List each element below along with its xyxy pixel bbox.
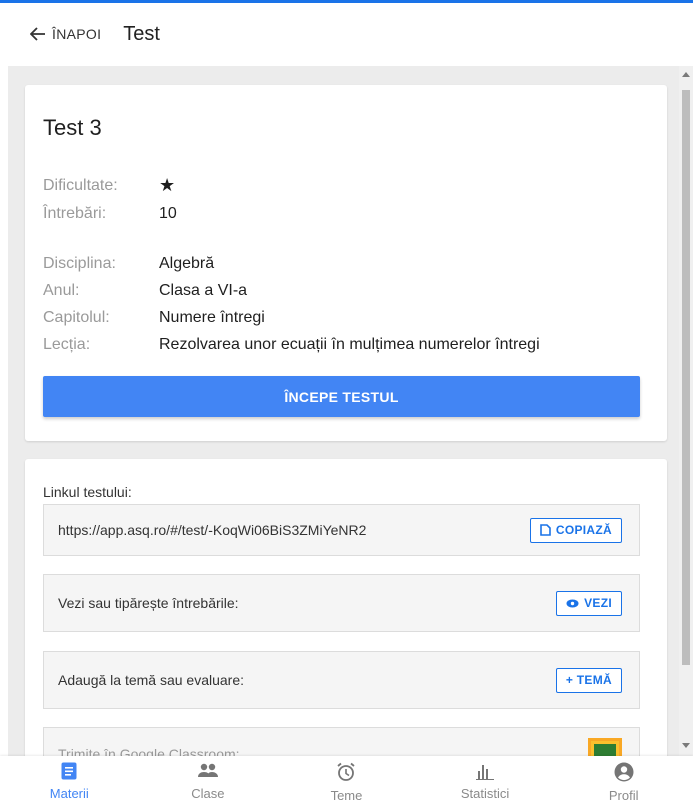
eye-icon xyxy=(566,599,579,607)
google-classroom-icon[interactable] xyxy=(588,738,622,756)
test-info-card: Test 3 Dificultate: ★ Întrebări: 10 Disc… xyxy=(25,85,667,441)
add-to-assignment-text: Adaugă la temă sau evaluare: xyxy=(58,672,245,688)
view-label: VEZI xyxy=(584,596,612,610)
nav-item-clase[interactable]: Clase xyxy=(139,756,278,811)
detail-label: Întrebări: xyxy=(43,205,107,222)
view-questions-box: Vezi sau tipărește întrebările: VEZI xyxy=(43,574,640,632)
nav-label: Statistici xyxy=(460,786,510,801)
detail-value: Numere întregi xyxy=(159,309,265,326)
start-test-button[interactable]: ÎNCEPE TESTUL xyxy=(43,376,640,417)
detail-row-difficulty: Dificultate: ★ xyxy=(43,175,176,195)
view-questions-text: Vezi sau tipărește întrebările: xyxy=(58,595,239,611)
bar-chart-icon xyxy=(476,765,495,780)
nav-label: Clase xyxy=(191,786,225,801)
add-assignment-button[interactable]: + TEMĂ xyxy=(555,667,622,693)
detail-value: Clasa a VI-a xyxy=(159,282,248,299)
google-classroom-text: Trimite în Google Classroom: xyxy=(58,746,240,756)
bottom-navigation: Materii Clase Teme Statistici Profil xyxy=(0,756,693,811)
arrow-left-icon xyxy=(30,27,45,41)
link-label: Linkul testului: xyxy=(43,484,132,500)
scrollbar-thumb[interactable] xyxy=(682,90,690,665)
detail-value: Rezolvarea unor ecuații în mulțimea nume… xyxy=(159,336,540,353)
alarm-icon xyxy=(337,762,356,781)
scroll-down-icon[interactable] xyxy=(682,743,690,748)
detail-value: 10 xyxy=(159,205,177,222)
account-icon xyxy=(614,762,634,782)
add-to-assignment-box: Adaugă la temă sau evaluare: + TEMĂ xyxy=(43,651,640,709)
add-assignment-label: + TEMĂ xyxy=(565,673,612,687)
google-classroom-box: Trimite în Google Classroom: xyxy=(43,727,640,756)
nav-label: Profil xyxy=(608,788,639,803)
scroll-up-icon[interactable] xyxy=(682,72,690,77)
detail-label: Anul: xyxy=(43,282,80,299)
copy-button[interactable]: COPIAZĂ xyxy=(529,517,622,543)
test-name: Test 3 xyxy=(43,115,102,140)
page-title: Test xyxy=(123,22,160,45)
detail-row-year: Anul: Clasa a VI-a xyxy=(43,282,247,300)
nav-label: Materii xyxy=(49,786,89,801)
nav-item-teme[interactable]: Teme xyxy=(277,756,416,811)
nav-item-statistici[interactable]: Statistici xyxy=(416,756,555,811)
detail-label: Lecția: xyxy=(43,336,91,353)
nav-item-materii[interactable]: Materii xyxy=(0,756,139,811)
book-icon xyxy=(61,762,77,780)
test-link[interactable]: https://app.asq.ro/#/test/-KoqWi06BiS3ZM… xyxy=(58,522,366,538)
back-button[interactable]: ÎNAPOI xyxy=(30,26,101,42)
nav-item-profil[interactable]: Profil xyxy=(554,756,693,811)
app-bar: ÎNAPOI Test xyxy=(0,3,693,65)
view-button[interactable]: VEZI xyxy=(556,590,622,616)
detail-value: Algebră xyxy=(159,255,215,272)
detail-row-lesson: Lecția: Rezolvarea unor ecuații în mulți… xyxy=(43,336,540,354)
people-icon xyxy=(197,763,218,777)
link-box: https://app.asq.ro/#/test/-KoqWi06BiS3ZM… xyxy=(43,504,640,556)
detail-row-discipline: Disciplina: Algebră xyxy=(43,255,214,273)
detail-label: Dificultate: xyxy=(43,177,118,194)
nav-label: Teme xyxy=(330,788,363,803)
share-card: Linkul testului: https://app.asq.ro/#/te… xyxy=(25,459,667,756)
copy-label: COPIAZĂ xyxy=(555,523,612,537)
scrollbar[interactable] xyxy=(679,66,693,756)
back-label: ÎNAPOI xyxy=(52,26,102,42)
detail-label: Capitolul: xyxy=(43,309,110,326)
detail-row-chapter: Capitolul: Numere întregi xyxy=(43,309,265,327)
detail-label: Disciplina: xyxy=(43,255,116,272)
main-content[interactable]: Test 3 Dificultate: ★ Întrebări: 10 Disc… xyxy=(8,66,679,756)
copy-icon xyxy=(540,524,551,536)
detail-row-questions: Întrebări: 10 xyxy=(43,205,177,223)
star-icon: ★ xyxy=(159,175,176,195)
